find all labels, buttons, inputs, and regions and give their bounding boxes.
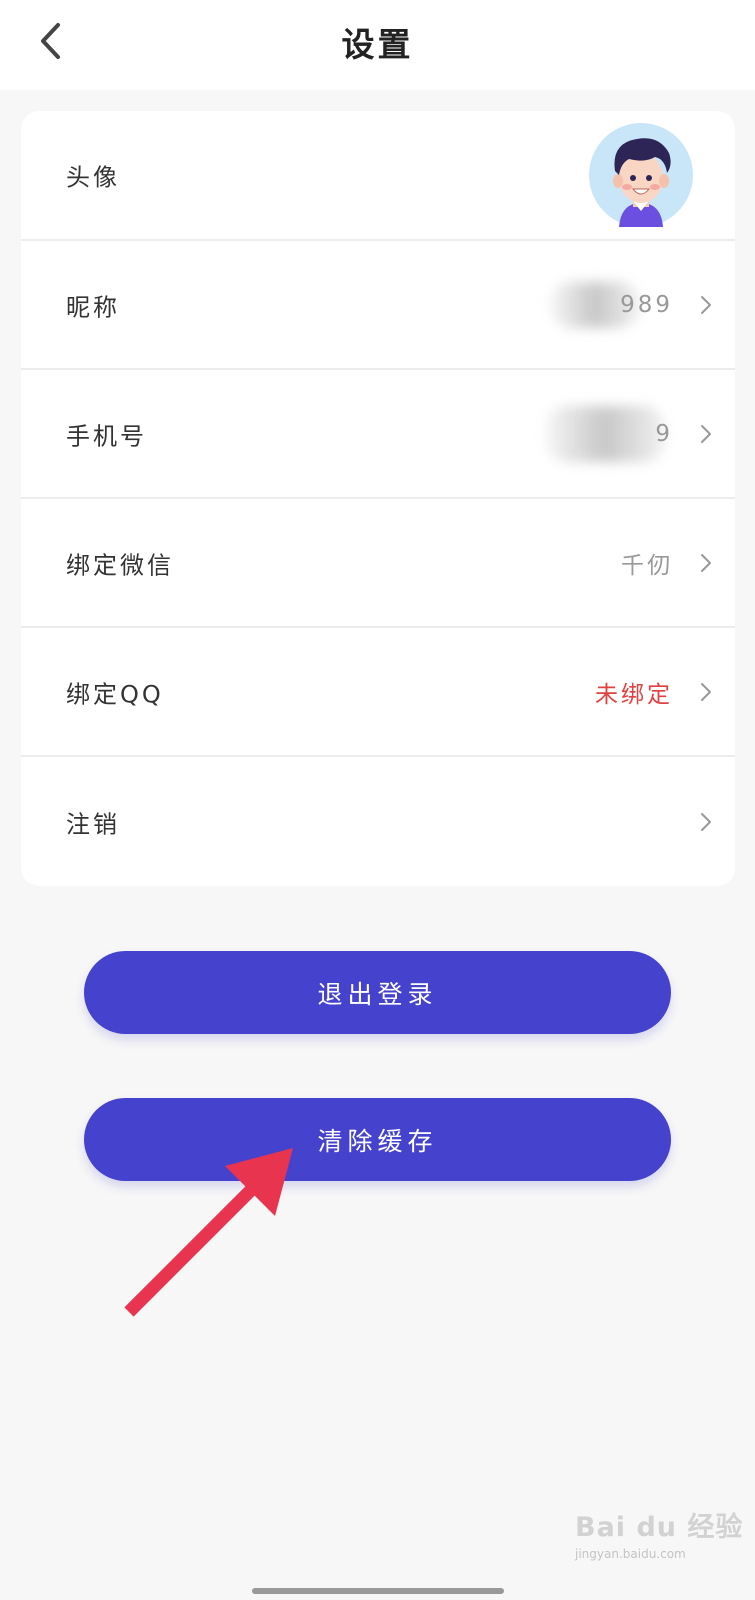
chevron-right-icon [701, 812, 711, 831]
chevron-right-icon [701, 553, 711, 572]
watermark-logo-text: Bai du 经验 [575, 1512, 744, 1543]
avatar-label: 头像 [66, 163, 120, 192]
settings-row-wechat[interactable]: 绑定微信 千仞 [21, 499, 735, 628]
chevron-right-icon [701, 424, 711, 443]
wechat-label: 绑定微信 [66, 551, 174, 579]
redacted-blur [545, 405, 665, 462]
page-title: 设置 [341, 25, 414, 64]
settings-row-nickname[interactable]: 昵称 989 [21, 241, 735, 370]
settings-row-qq[interactable]: 绑定QQ 未绑定 [21, 628, 735, 757]
settings-row-avatar[interactable]: 头像 [21, 111, 735, 241]
settings-row-phone[interactable]: 手机号 9 [21, 370, 735, 499]
top-bar: 设置 [0, 0, 755, 90]
logout-button[interactable]: 退出登录 [84, 951, 671, 1034]
qq-label: 绑定QQ [66, 680, 164, 708]
watermark: Bai du 经验 jingyan.baidu.com [575, 1505, 745, 1575]
nickname-value: 989 [620, 291, 673, 318]
annotation-arrow-icon [124, 1148, 293, 1317]
cancel-account-label: 注销 [66, 810, 120, 838]
nickname-label: 昵称 [66, 293, 120, 321]
phone-label: 手机号 [66, 422, 147, 450]
home-indicator[interactable] [252, 1588, 504, 1594]
wechat-value: 千仞 [621, 552, 673, 579]
qq-status-value: 未绑定 [595, 681, 673, 708]
settings-row-cancel-account[interactable]: 注销 [21, 757, 735, 886]
avatar-image[interactable] [589, 123, 693, 227]
chevron-right-icon [701, 295, 711, 314]
phone-value: 9 [655, 420, 673, 447]
watermark-url: jingyan.baidu.com [575, 1547, 686, 1561]
chevron-right-icon [701, 682, 711, 701]
settings-card: 头像 昵称 989 手机号 9 绑定微信 千仞 绑定QQ 未绑定 注销 [21, 111, 735, 886]
